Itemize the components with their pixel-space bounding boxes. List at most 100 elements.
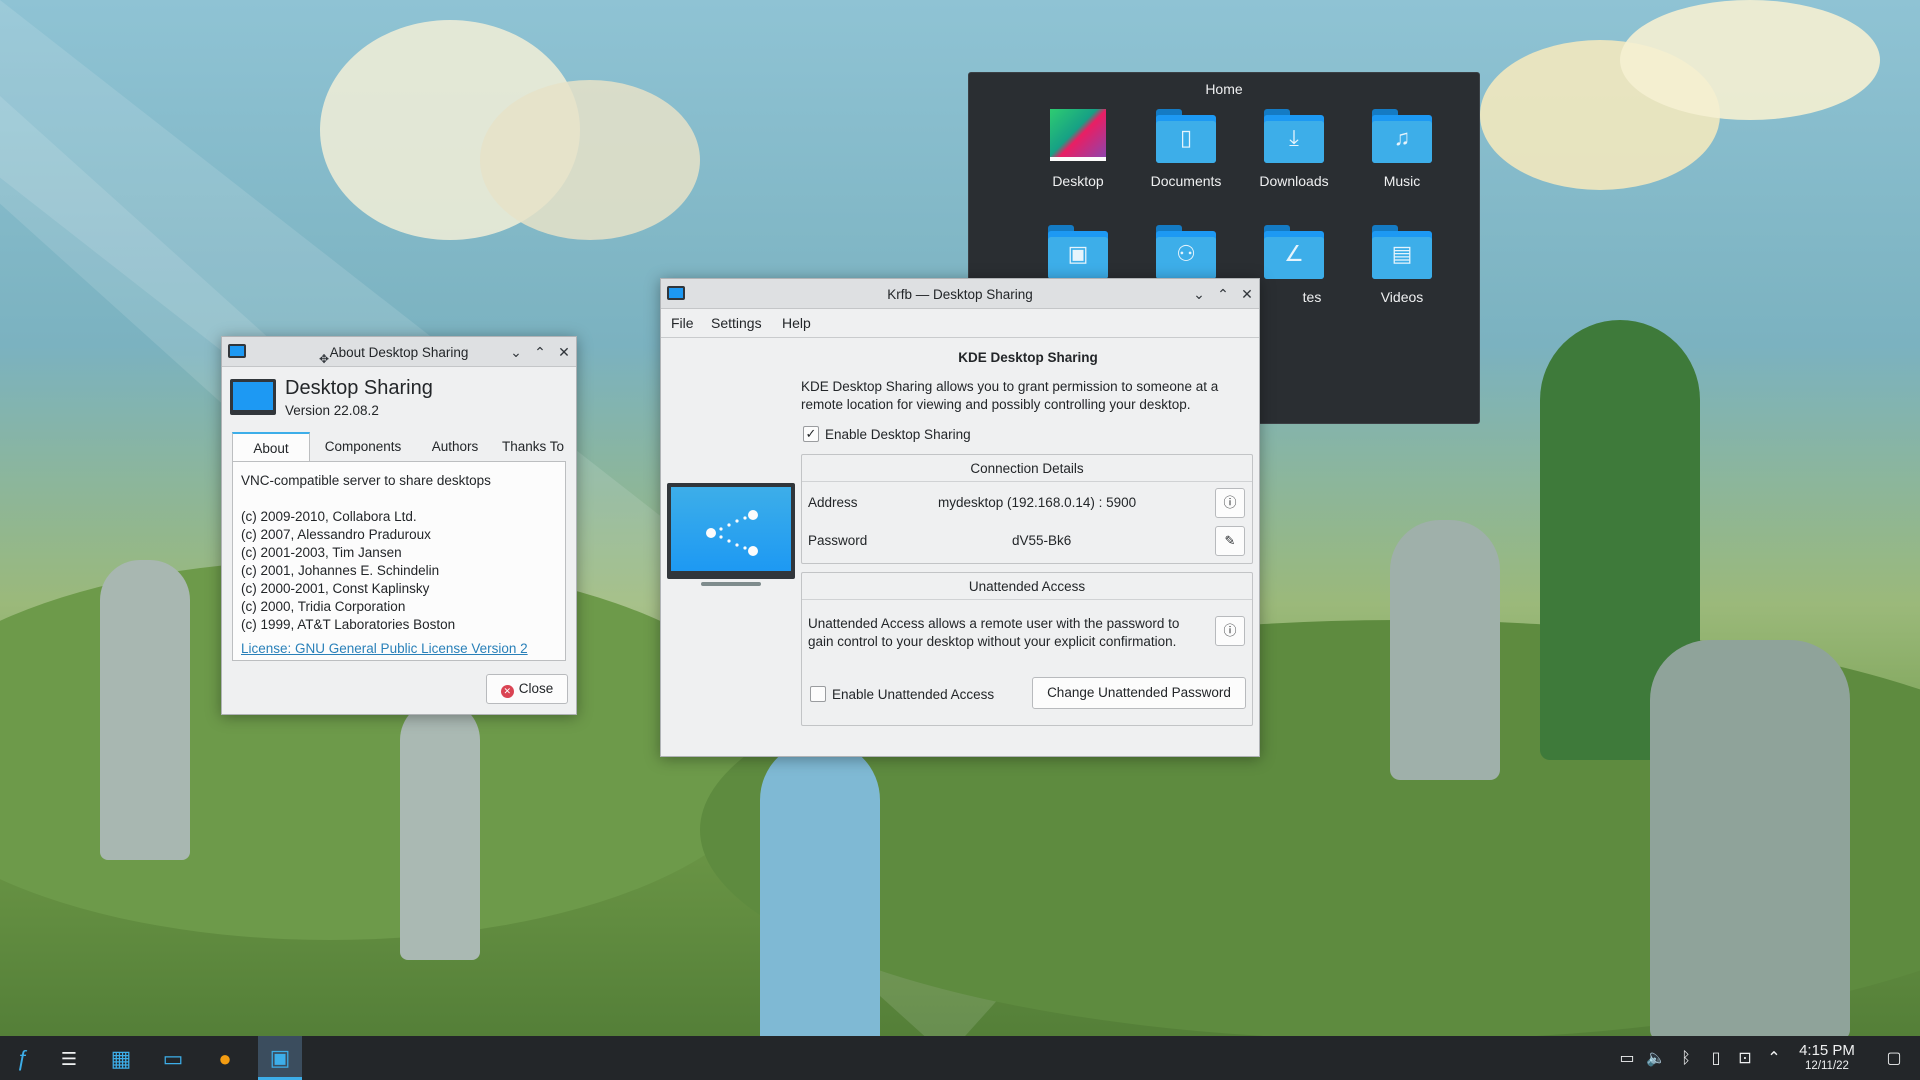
password-label: Password — [808, 533, 868, 548]
pictures-folder-icon: ▣ — [1048, 225, 1108, 279]
clock-time[interactable]: 4:15 PM — [1790, 1042, 1864, 1059]
music-folder-icon: ♫ — [1372, 109, 1432, 163]
minimize-button[interactable]: ⌄ — [1189, 284, 1209, 304]
close-button-label: Close — [518, 681, 554, 696]
clock-date[interactable]: 12/11/22 — [1790, 1060, 1864, 1072]
copyright-line: (c) 2001-2003, Tim Jansen — [241, 545, 402, 560]
info-icon: ⓘ — [1223, 623, 1237, 638]
move-cursor-icon: ✥ — [319, 352, 330, 366]
network-icon[interactable]: ⊡ — [1734, 1048, 1756, 1070]
description-text: VNC-compatible server to share desktops — [241, 473, 491, 488]
intro-text: KDE Desktop Sharing allows you to grant … — [801, 379, 1219, 412]
templates-folder-icon: ∠ — [1264, 225, 1324, 279]
maximize-button[interactable]: ⌃ — [1213, 284, 1233, 304]
place-label: Music — [1383, 173, 1421, 189]
discover-store-icon[interactable]: ▦ — [104, 1042, 138, 1076]
cancel-icon: ✕ — [500, 685, 514, 698]
chevron-down-icon: ⌄ — [1193, 286, 1205, 302]
place-label: tes — [1302, 289, 1322, 305]
display-tray-icon[interactable]: ▭ — [1616, 1048, 1638, 1070]
copyright-line: (c) 2000, Tridia Corporation — [241, 599, 406, 614]
app-name: Desktop Sharing — [285, 377, 433, 399]
chevron-up-icon[interactable]: ⌃ — [1763, 1048, 1785, 1070]
place-label: Documents — [1150, 173, 1222, 189]
minimize-button[interactable]: ⌄ — [506, 342, 526, 362]
unattended-info-button[interactable]: ⓘ — [1215, 616, 1245, 646]
application-launcher-icon[interactable]: ƒ — [6, 1042, 40, 1076]
chevron-down-icon: ⌄ — [510, 344, 522, 360]
address-value: mydesktop (192.168.0.14) : 5900 — [938, 495, 1137, 510]
enable-sharing-checkbox[interactable]: ✓ — [803, 426, 819, 442]
copyright-line: (c) 2007, Alessandro Praduroux — [241, 527, 431, 542]
connection-details-group: Connection Details Address mydesktop (19… — [801, 454, 1253, 564]
group-title: Unattended Access — [968, 579, 1086, 594]
checkmark-icon: ✓ — [805, 426, 817, 441]
desktop-sharing-task-icon[interactable]: ▣ — [258, 1036, 302, 1080]
tab-authors[interactable]: Authors — [416, 432, 494, 462]
menu-divider — [661, 337, 1259, 338]
documents-folder-icon: ▯ — [1156, 109, 1216, 163]
copyright-line: (c) 2009-2010, Collabora Ltd. — [241, 509, 417, 524]
unattended-description: Unattended Access allows a remote user w… — [808, 616, 1180, 649]
file-manager-icon[interactable]: ▭ — [156, 1042, 190, 1076]
menu-settings[interactable]: Settings — [711, 315, 762, 331]
shared-desktop-illustration — [667, 483, 795, 579]
tab-components[interactable]: Components — [310, 432, 416, 462]
license-link[interactable]: License: GNU General Public License Vers… — [241, 640, 528, 658]
public-folder-icon: ⚇ — [1156, 225, 1216, 279]
group-title: Connection Details — [970, 461, 1084, 476]
copyright-line: (c) 1999, AT&T Laboratories Boston — [241, 617, 456, 632]
tab-about[interactable]: About — [232, 432, 310, 462]
krfb-window: Krfb — Desktop Sharing ⌄ ⌃ ✕ File Settin… — [660, 278, 1260, 757]
chevron-up-icon: ⌃ — [534, 344, 546, 360]
address-info-button[interactable]: ⓘ — [1215, 488, 1245, 518]
info-icon: ⓘ — [1223, 495, 1237, 510]
volume-icon[interactable]: 🔈 — [1645, 1048, 1667, 1070]
close-window-button[interactable]: ✕ — [1237, 284, 1257, 304]
place-downloads[interactable]: ⤓ Downloads — [1244, 109, 1344, 189]
place-videos[interactable]: ▤ Videos — [1352, 225, 1452, 305]
place-desktop[interactable]: Desktop — [1028, 109, 1128, 189]
desktop-icon — [1048, 109, 1108, 163]
place-label: Downloads — [1259, 173, 1329, 189]
close-window-button[interactable]: ✕ — [554, 342, 574, 362]
system-settings-icon[interactable]: ☰ — [52, 1042, 86, 1076]
edit-password-button[interactable]: ✎ — [1215, 526, 1245, 556]
copyright-line: (c) 2000-2001, Const Kaplinsky — [241, 581, 430, 596]
share-icon — [671, 487, 791, 571]
app-version: Version 22.08.2 — [285, 403, 379, 418]
battery-icon[interactable]: ▯ — [1705, 1048, 1727, 1070]
change-unattended-password-button[interactable]: Change Unattended Password — [1032, 677, 1246, 709]
maximize-button[interactable]: ⌃ — [530, 342, 550, 362]
videos-folder-icon: ▤ — [1372, 225, 1432, 279]
taskbar: ƒ ☰ ▦ ▭ ● ▣ ▭ 🔈 ᛒ ▯ ⊡ ⌃ 4:15 PM 12/11/22… — [0, 1036, 1920, 1080]
window-title: Krfb — Desktop Sharing — [887, 287, 1033, 302]
menu-file[interactable]: File — [671, 315, 694, 331]
place-documents[interactable]: ▯ Documents — [1136, 109, 1236, 189]
tab-thanks-to[interactable]: Thanks To — [494, 432, 572, 462]
monitor-stand — [701, 582, 761, 586]
address-label: Address — [808, 495, 858, 510]
enable-unattended-label[interactable]: Enable Unattended Access — [832, 687, 994, 702]
show-desktop-icon[interactable]: ▢ — [1883, 1048, 1905, 1070]
firefox-icon[interactable]: ● — [208, 1042, 242, 1076]
pencil-icon: ✎ — [1224, 533, 1236, 548]
chevron-up-icon: ⌃ — [1217, 286, 1229, 302]
divider — [802, 481, 1252, 482]
enable-sharing-label[interactable]: Enable Desktop Sharing — [825, 427, 971, 442]
title-bar[interactable]: Krfb — Desktop Sharing ⌄ ⌃ ✕ — [661, 279, 1259, 309]
enable-unattended-checkbox[interactable] — [810, 686, 826, 702]
copyright-line: (c) 2001, Johannes E. Schindelin — [241, 563, 440, 578]
desktop-sharing-logo — [230, 379, 276, 415]
place-label: Desktop — [1052, 173, 1104, 189]
menu-help[interactable]: Help — [782, 315, 811, 331]
about-tab-panel: VNC-compatible server to share desktops … — [232, 461, 566, 661]
close-button[interactable]: ✕ Close — [486, 674, 568, 704]
bluetooth-icon[interactable]: ᛒ — [1675, 1048, 1697, 1070]
place-music[interactable]: ♫ Music — [1352, 109, 1452, 189]
password-value: dV55-Bk6 — [1012, 533, 1072, 548]
title-bar[interactable]: About Desktop Sharing ⌄ ⌃ ✕ — [222, 337, 576, 367]
unattended-access-group: Unattended Access Unattended Access allo… — [801, 572, 1253, 726]
close-icon: ✕ — [558, 344, 570, 360]
page-title: KDE Desktop Sharing — [958, 350, 1098, 365]
